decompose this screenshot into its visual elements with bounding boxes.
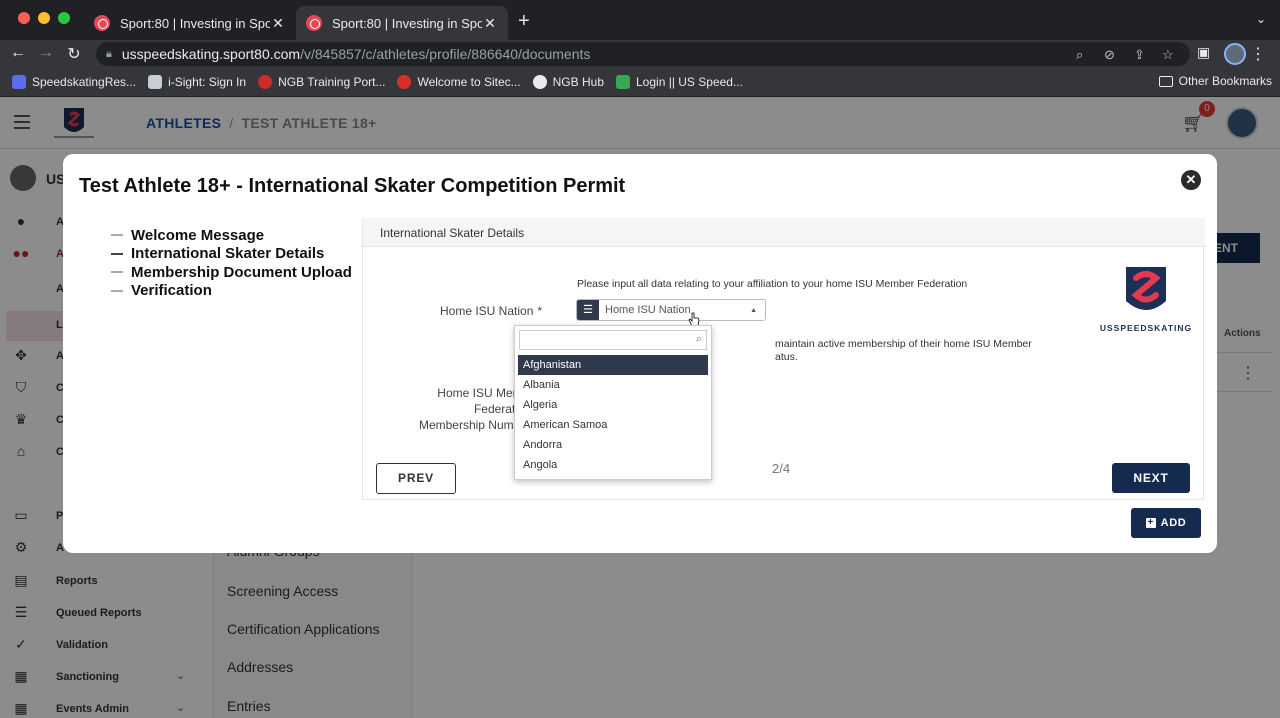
maximize-window-button[interactable] bbox=[58, 12, 70, 24]
browser-tab-active[interactable]: Sport:80 | Investing in Sport ✕ bbox=[296, 6, 508, 40]
back-icon[interactable]: ← bbox=[8, 44, 28, 62]
plus-icon: + bbox=[1145, 517, 1156, 528]
home-nation-label-text: Home ISU Nation bbox=[440, 304, 534, 318]
bookmark-favicon-icon bbox=[397, 75, 412, 89]
lock-icon: 🔒︎ bbox=[106, 47, 112, 60]
step-label: International Skater Details bbox=[131, 245, 325, 263]
tab-title: Sport:80 | Investing in Sport bbox=[120, 15, 270, 31]
url-host: usspeedskating.sport80.com bbox=[121, 46, 301, 62]
add-button[interactable]: + ADD bbox=[1131, 508, 1201, 538]
forward-icon[interactable]: → bbox=[36, 44, 56, 62]
dropdown-option[interactable]: Albania bbox=[518, 375, 708, 395]
side-panel-icon[interactable]: ▣ bbox=[1197, 44, 1210, 61]
close-window-button[interactable] bbox=[18, 12, 30, 24]
dropdown-option[interactable]: American Samoa bbox=[518, 415, 708, 435]
logo-wordmark: USSPEEDSKATING bbox=[1100, 323, 1192, 333]
step-label: Welcome Message bbox=[131, 226, 265, 244]
bookmarks-bar: SpeedskatingRes... i-Sight: Sign In NGB … bbox=[0, 68, 1280, 97]
browser-tab-bar: Sport:80 | Investing in Sport ✕ Sport:80… bbox=[0, 0, 1280, 40]
add-button-label: ADD bbox=[1160, 517, 1187, 529]
step-label: Membership Document Upload bbox=[131, 263, 352, 281]
section-title: International Skater Details bbox=[363, 218, 1205, 247]
bookmark-label: NGB Hub bbox=[552, 75, 604, 89]
dropdown-option[interactable]: Angola bbox=[518, 455, 708, 475]
new-tab-icon[interactable]: + bbox=[518, 10, 530, 33]
home-nation-select[interactable]: ☰ Home ISU Nation ▲ bbox=[576, 299, 766, 321]
bookmark-label: NGB Training Port... bbox=[278, 75, 386, 89]
step-item[interactable]: Membership Document Upload bbox=[111, 263, 352, 282]
bookmark-label: SpeedskatingRes... bbox=[32, 75, 137, 89]
dropdown-option[interactable]: Afghanistan bbox=[518, 355, 708, 375]
browser-toolbar: ← → ↻ 🔒︎ usspeedskating.sport80.com/v/84… bbox=[0, 40, 1280, 68]
bookmark-item[interactable]: i-Sight: Sign In bbox=[148, 75, 246, 89]
modal-title: Test Athlete 18+ - International Skater … bbox=[79, 175, 626, 197]
dropdown-search-input[interactable]: ⌕ bbox=[519, 330, 707, 350]
page-indicator: 2/4 bbox=[772, 461, 791, 476]
bookmark-label: i-Sight: Sign In bbox=[168, 75, 247, 89]
nation-dropdown-list: ⌕ Afghanistan Albania Algeria American S… bbox=[514, 325, 712, 480]
bookmark-item[interactable]: SpeedskatingRes... bbox=[12, 75, 136, 89]
step-dash bbox=[111, 271, 123, 274]
bookmark-label: Login || US Speed... bbox=[636, 75, 743, 89]
share-icon[interactable]: ⇪ bbox=[1134, 47, 1145, 63]
profile-avatar[interactable] bbox=[1224, 43, 1246, 65]
bookmark-favicon-icon bbox=[532, 75, 547, 89]
sport80-favicon-icon bbox=[306, 15, 322, 31]
step-label: Verification bbox=[131, 282, 212, 300]
zoom-icon[interactable]: ⌕ bbox=[1076, 47, 1083, 63]
other-bookmarks[interactable]: Other Bookmarks bbox=[1158, 74, 1272, 88]
skater-details-panel: International Skater Details Please inpu… bbox=[362, 218, 1205, 500]
url-path: /v/845857/c/athletes/profile/886640/docu… bbox=[300, 46, 591, 62]
list-icon: ☰ bbox=[577, 300, 599, 320]
browser-menu-icon[interactable]: ⋮ bbox=[1250, 44, 1266, 64]
usspeedskating-logo: USSPEEDSKATING bbox=[1100, 267, 1192, 333]
step-dash bbox=[111, 252, 123, 255]
tab-close-icon[interactable]: ✕ bbox=[270, 15, 286, 32]
sport80-favicon-icon bbox=[94, 15, 110, 31]
required-mark: * bbox=[537, 304, 543, 318]
step-list: Welcome Message International Skater Det… bbox=[111, 226, 352, 300]
bookmark-favicon-icon bbox=[148, 75, 163, 89]
tab-close-icon[interactable]: ✕ bbox=[482, 15, 498, 32]
close-icon[interactable]: ✕ bbox=[1181, 170, 1201, 190]
intro-text: Please input all data relating to your a… bbox=[577, 278, 968, 290]
step-item-current[interactable]: International Skater Details bbox=[111, 245, 352, 264]
bookmark-item[interactable]: Login || US Speed... bbox=[616, 75, 743, 89]
tab-title: Sport:80 | Investing in Sport bbox=[332, 15, 482, 31]
address-bar[interactable]: 🔒︎ usspeedskating.sport80.com/v/845857/c… bbox=[96, 42, 1190, 66]
folder-icon bbox=[1158, 75, 1173, 87]
tab-search-chevron-icon[interactable]: ⌄ bbox=[1256, 12, 1266, 26]
dropdown-option[interactable]: Andorra bbox=[518, 435, 708, 455]
search-icon: ⌕ bbox=[695, 333, 702, 345]
bookmark-favicon-icon bbox=[12, 75, 26, 89]
home-nation-label: Home ISU Nation * bbox=[440, 304, 542, 318]
other-bookmarks-label: Other Bookmarks bbox=[1178, 74, 1272, 88]
step-item[interactable]: Welcome Message bbox=[111, 226, 352, 245]
dropdown-option[interactable]: Algeria bbox=[518, 395, 708, 415]
minimize-window-button[interactable] bbox=[38, 12, 50, 24]
bookmark-item[interactable]: NGB Training Port... bbox=[258, 75, 385, 89]
home-nation-select-value: Home ISU Nation bbox=[605, 304, 691, 316]
next-button[interactable]: NEXT bbox=[1112, 463, 1190, 493]
note-text-line-1: maintain active membership of their home… bbox=[775, 338, 1032, 350]
prev-button[interactable]: PREV bbox=[376, 463, 456, 494]
caret-up-icon: ▲ bbox=[750, 306, 757, 314]
step-item[interactable]: Verification bbox=[111, 282, 352, 301]
bookmark-favicon-icon bbox=[258, 75, 273, 89]
bookmark-item[interactable]: NGB Hub bbox=[532, 75, 604, 89]
bookmark-favicon-icon bbox=[616, 75, 630, 89]
note-text-line-2: atus. bbox=[775, 351, 798, 363]
bookmark-item[interactable]: Welcome to Sitec... bbox=[397, 75, 521, 89]
reload-icon[interactable]: ↻ bbox=[64, 44, 84, 64]
browser-tab[interactable]: Sport:80 | Investing in Sport ✕ bbox=[84, 6, 296, 40]
step-dash bbox=[111, 289, 123, 292]
eye-off-icon[interactable]: ⊘ bbox=[1104, 47, 1115, 63]
bookmark-label: Welcome to Sitec... bbox=[417, 75, 521, 89]
bookmark-star-icon[interactable]: ☆ bbox=[1162, 47, 1174, 63]
step-dash bbox=[111, 234, 123, 237]
